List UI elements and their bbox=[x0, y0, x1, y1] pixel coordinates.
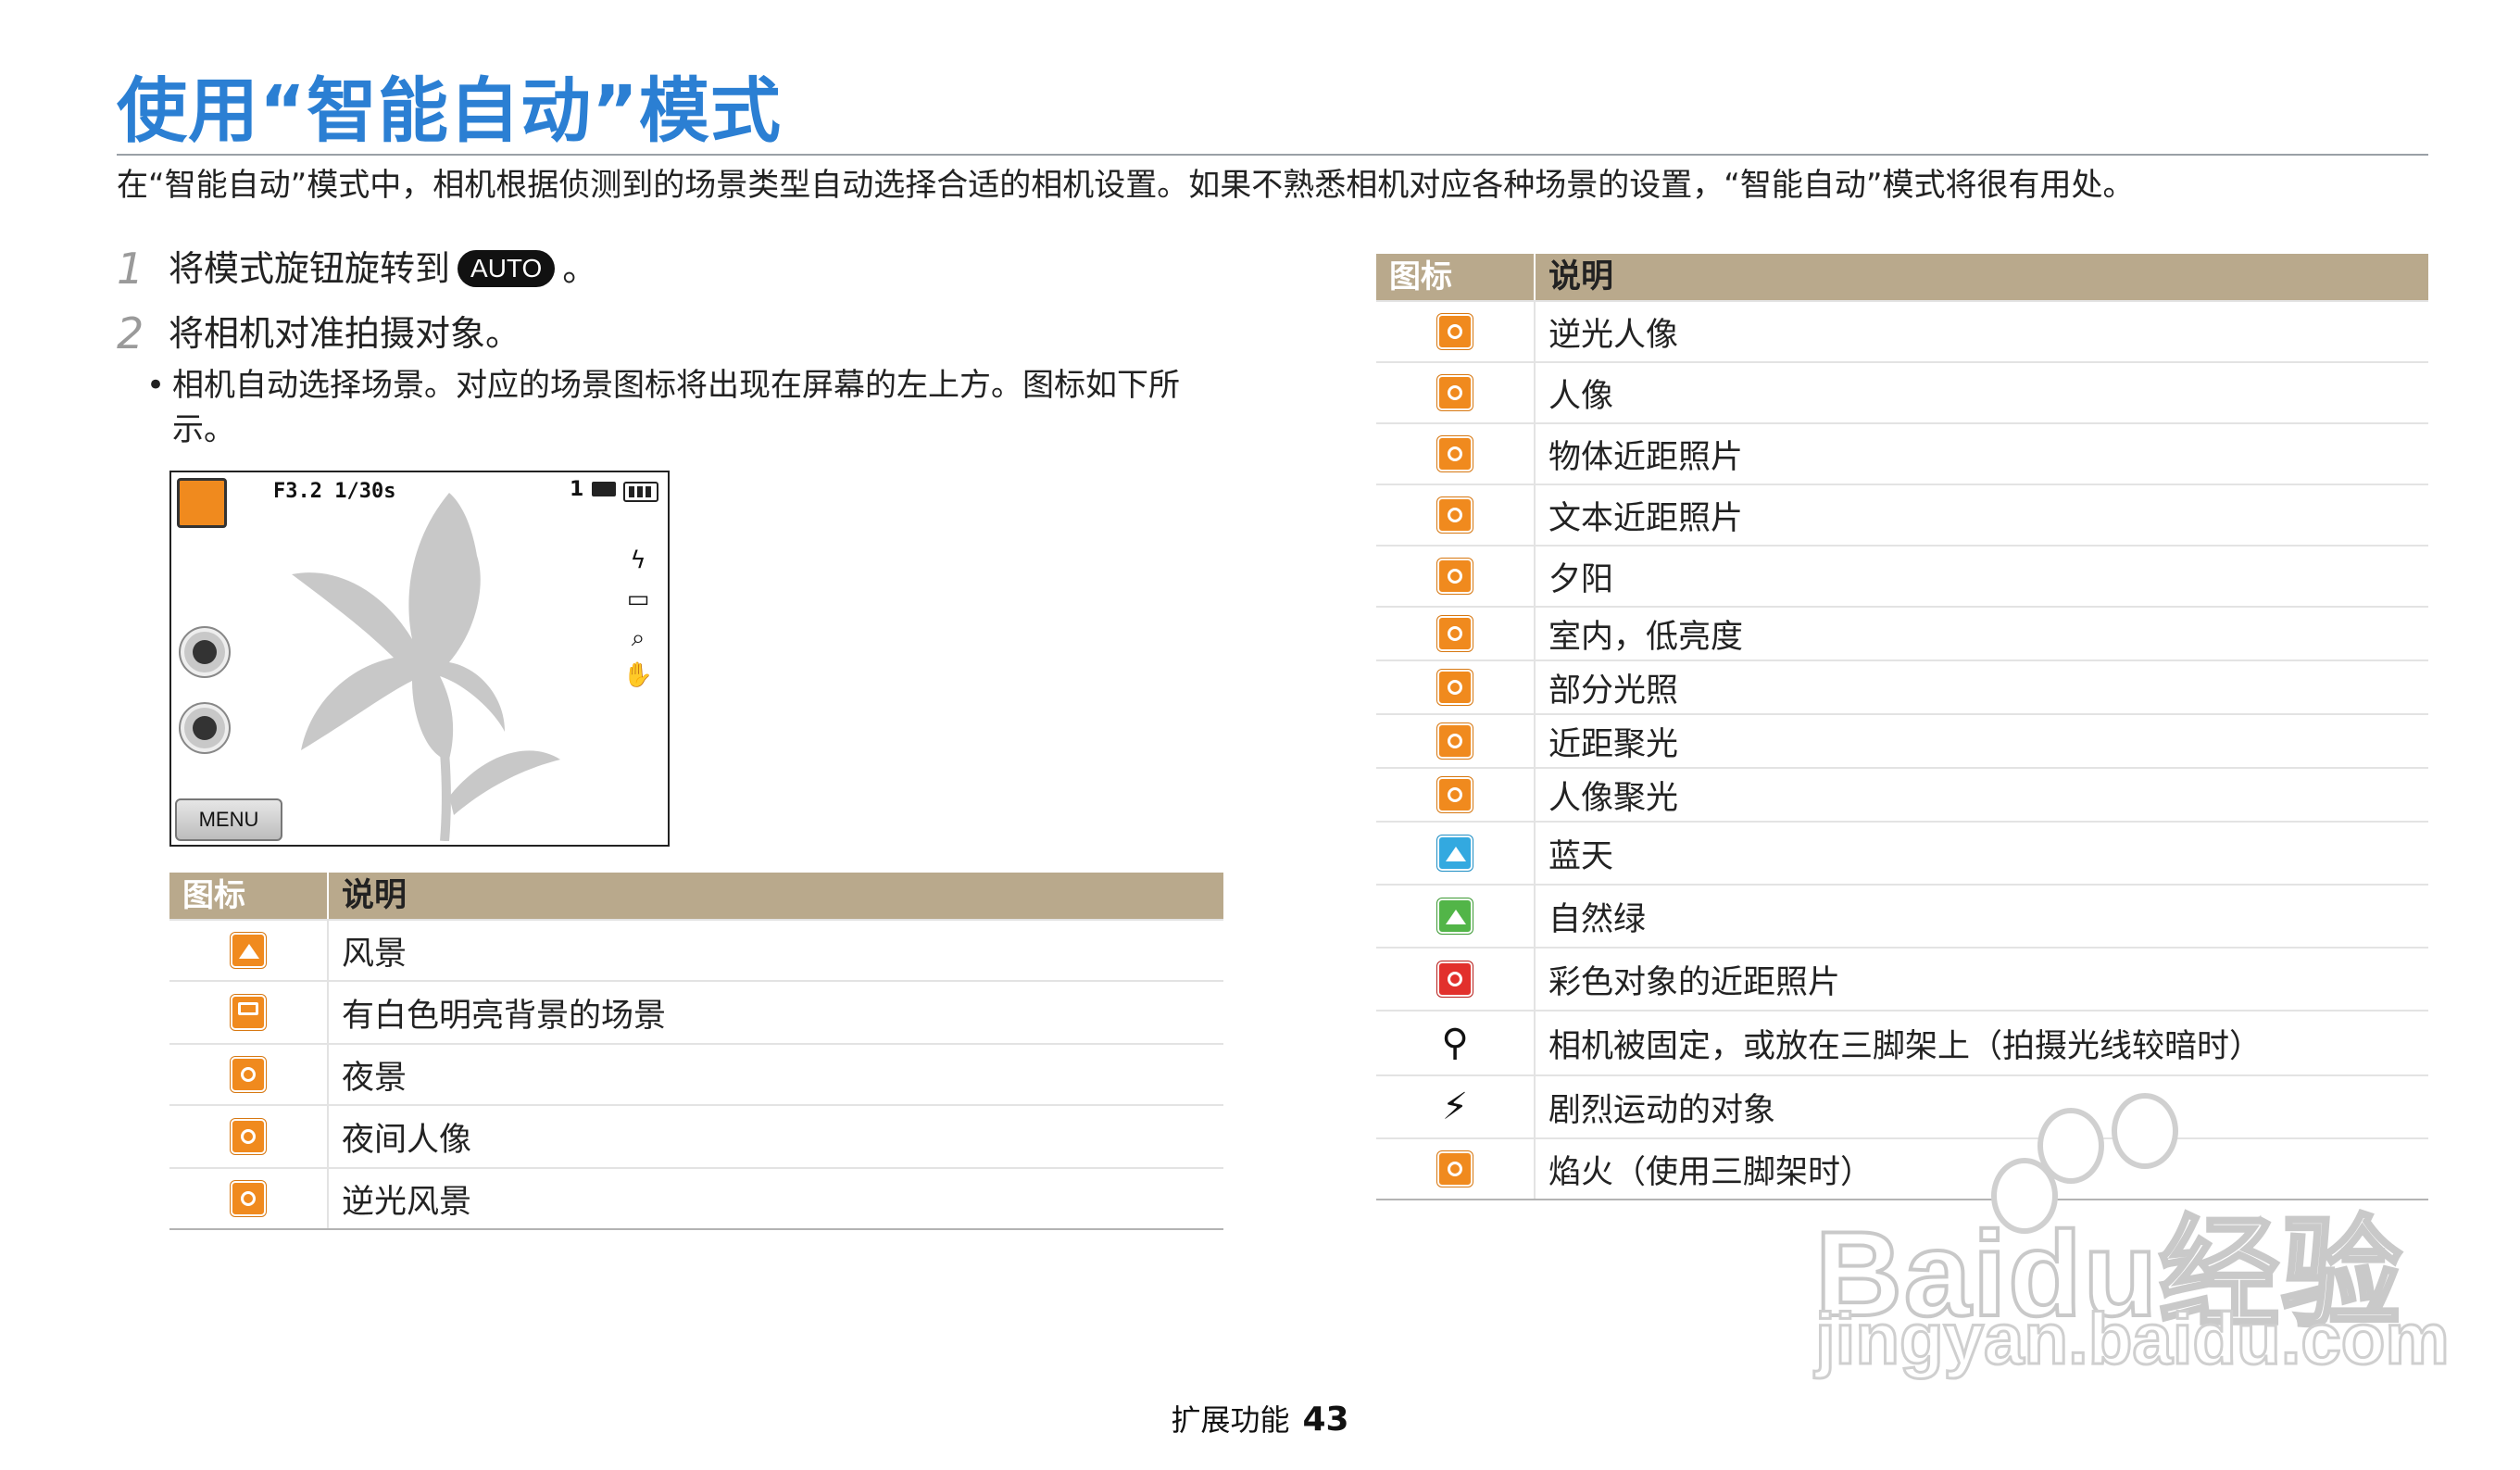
header-desc: 说明 bbox=[1548, 258, 1614, 295]
table-row: 夜景 bbox=[169, 1043, 1223, 1104]
table-row: 自然绿 bbox=[1376, 884, 2428, 947]
blue-sky-icon bbox=[1437, 836, 1473, 871]
ois-icon: ✋ bbox=[622, 661, 654, 689]
bullet-note: • 相机自动选择场景。对应的场景图标将出现在屏幕的左上方。图标如下所示。 bbox=[146, 363, 1219, 452]
page-footer: 扩展功能 43 bbox=[0, 1397, 2520, 1439]
macro-icon bbox=[1437, 436, 1473, 471]
portrait-spotlight-icon bbox=[1437, 777, 1473, 812]
table-header: 图标 说明 bbox=[1376, 254, 2428, 300]
table-row: 蓝天 bbox=[1376, 821, 2428, 884]
scene-table-left: 图标 说明 风景 有白色明亮背景的场景 夜景 夜间人像 逆光风景 bbox=[169, 873, 1223, 1230]
portrait-icon bbox=[1437, 375, 1473, 410]
action-icon: ⚡ bbox=[1441, 1086, 1469, 1128]
flash-auto-icon: ϟ bbox=[630, 547, 646, 574]
step-number: 1 bbox=[117, 244, 144, 294]
macro-text-icon bbox=[1437, 497, 1473, 533]
footer-section: 扩展功能 bbox=[1171, 1402, 1290, 1438]
header-icon: 图标 bbox=[1376, 254, 1536, 300]
intro-text: 在“智能自动”模式中，相机根据侦测到的场景类型自动选择合适的相机设置。如果不熟悉… bbox=[117, 167, 2135, 204]
shot-count: 1 bbox=[570, 478, 584, 501]
exposure-readout: F3.2 1/30s bbox=[273, 480, 396, 503]
bullet-text: 相机自动选择场景。对应的场景图标将出现在屏幕的左上方。图标如下所示。 bbox=[172, 367, 1180, 448]
step-1: 1 将模式旋钮旋转到 AUTO 。 bbox=[117, 245, 597, 293]
battery-icon bbox=[623, 482, 658, 502]
white-scene-icon bbox=[231, 995, 266, 1030]
night-portrait-icon bbox=[231, 1119, 266, 1154]
spotlight-icon bbox=[1437, 670, 1473, 705]
macro-color-icon bbox=[1437, 961, 1473, 997]
table-row: 物体近距照片 bbox=[1376, 422, 2428, 484]
macro-spotlight-icon bbox=[1437, 723, 1473, 759]
page-number: 43 bbox=[1302, 1401, 1349, 1439]
size-14m-icon: ▭ bbox=[626, 585, 650, 613]
title-divider bbox=[117, 154, 2428, 156]
step-text: 将模式旋钮旋转到 bbox=[169, 248, 451, 289]
table-row: 彩色对象的近距照片 bbox=[1376, 947, 2428, 1010]
camera-screen-preview: F3.2 1/30s 1 ϟ ▭ ⌕ ✋ MENU bbox=[169, 471, 670, 847]
table-row: 人像 bbox=[1376, 361, 2428, 422]
header-desc: 说明 bbox=[342, 877, 407, 914]
table-row: 有白色明亮背景的场景 bbox=[169, 980, 1223, 1043]
table-row: 人像聚光 bbox=[1376, 767, 2428, 821]
menu-button[interactable]: MENU bbox=[175, 798, 282, 841]
step-text-end: 。 bbox=[562, 248, 598, 289]
table-row: 逆光风景 bbox=[169, 1167, 1223, 1228]
table-row: ⚲ 相机被固定，或放在三脚架上（拍摄光线较暗时） bbox=[1376, 1010, 2428, 1074]
memory-card-icon bbox=[592, 482, 616, 496]
backlit-landscape-icon bbox=[231, 1181, 266, 1216]
sunset-icon bbox=[1437, 559, 1473, 594]
page-title: 使用“智能自动”模式 bbox=[117, 69, 782, 152]
table-row: 文本近距照片 bbox=[1376, 484, 2428, 545]
step-text: 将相机对准拍摄对象。 bbox=[169, 313, 521, 354]
tripod-icon: ⚲ bbox=[1441, 1022, 1469, 1064]
smart-zoom-icon: ⌕ bbox=[631, 624, 646, 652]
table-row: 部分光照 bbox=[1376, 660, 2428, 713]
table-header: 图标 说明 bbox=[169, 873, 1223, 919]
low-light-icon bbox=[1437, 616, 1473, 651]
watermark-url: jingyan.baidu.com bbox=[1814, 1297, 2451, 1381]
table-row: 近距聚光 bbox=[1376, 713, 2428, 767]
table-row: 夜间人像 bbox=[169, 1104, 1223, 1167]
table-row: 室内，低亮度 bbox=[1376, 606, 2428, 660]
flower-silhouette bbox=[292, 493, 560, 841]
scene-macro-icon bbox=[177, 478, 227, 528]
natural-green-icon bbox=[1437, 898, 1473, 934]
auto-mode-badge: AUTO bbox=[458, 250, 556, 287]
table-row: ⚡ 剧烈运动的对象 bbox=[1376, 1074, 2428, 1137]
step-2: 2 将相机对准拍摄对象。 bbox=[117, 309, 520, 358]
table-row: 风景 bbox=[169, 919, 1223, 980]
fireworks-icon bbox=[1437, 1151, 1473, 1187]
face-detect-off-icon bbox=[179, 626, 231, 678]
backlit-portrait-icon bbox=[1437, 314, 1473, 349]
smart-filter-icon bbox=[179, 702, 231, 754]
night-icon bbox=[231, 1057, 266, 1092]
watermark-paw-icon bbox=[2112, 1093, 2178, 1169]
scene-table-right: 图标 说明 逆光人像 人像 物体近距照片 文本近距照片 夕阳 室内，低亮度 部分… bbox=[1376, 254, 2428, 1200]
table-row: 逆光人像 bbox=[1376, 300, 2428, 361]
step-number: 2 bbox=[117, 308, 144, 358]
header-icon: 图标 bbox=[169, 873, 329, 919]
bullet-dot: • bbox=[146, 367, 166, 404]
landscape-icon bbox=[231, 933, 266, 968]
table-row: 夕阳 bbox=[1376, 545, 2428, 606]
